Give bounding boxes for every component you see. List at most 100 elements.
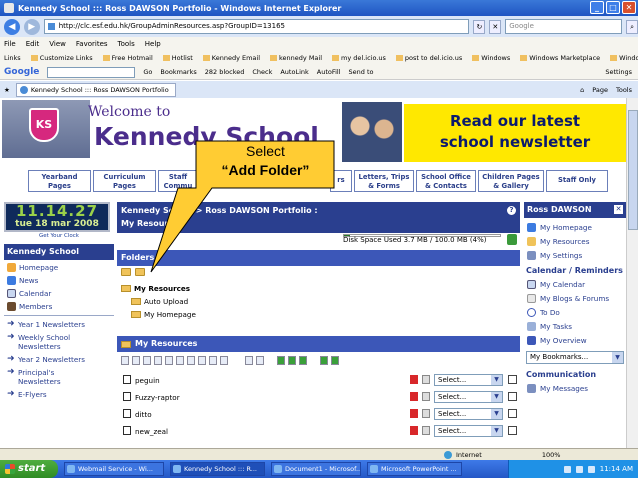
publish-icon[interactable]: [331, 356, 339, 365]
edit-icon[interactable]: [410, 375, 418, 384]
resource-name[interactable]: ditto: [135, 410, 152, 419]
share-icon[interactable]: [320, 356, 328, 365]
page-scrollbar[interactable]: [626, 98, 638, 448]
link-post-delicious[interactable]: post to del.icio.us: [396, 54, 462, 62]
google-settings[interactable]: Settings: [605, 68, 638, 76]
nav-staff-only[interactable]: Staff Only: [546, 170, 608, 192]
task-powerpoint[interactable]: Microsoft PowerPoint ...: [367, 462, 462, 476]
link-media[interactable]: Windows Media: [610, 54, 638, 62]
resource-name[interactable]: new_zeal: [135, 427, 168, 436]
duplicate-icon[interactable]: [422, 426, 430, 435]
duplicate-icon[interactable]: [422, 392, 430, 401]
sidebar-item-weekly-newsletters[interactable]: ➜ Weekly School Newsletters: [7, 333, 114, 352]
sidebar-item-my-calendar[interactable]: My Calendar: [527, 280, 626, 289]
sidebar-item-calendar[interactable]: Calendar: [7, 289, 114, 298]
sidebar-item-principals-newsletters[interactable]: ➜ Principal's Newsletters: [7, 368, 114, 387]
folder-my-homepage[interactable]: My Homepage: [121, 308, 196, 321]
search-input[interactable]: Google: [505, 19, 623, 34]
close-button[interactable]: ✕: [622, 1, 636, 14]
image-icon[interactable]: [143, 356, 151, 365]
new-document-icon[interactable]: [121, 356, 129, 365]
nav-curriculum[interactable]: Curriculum Pages: [93, 170, 156, 192]
menu-edit[interactable]: Edit: [26, 40, 40, 48]
delete-icon[interactable]: [256, 356, 264, 365]
scroll-thumb[interactable]: [628, 110, 638, 230]
favorites-star-icon[interactable]: ★: [4, 86, 10, 94]
task-kennedy-school[interactable]: Kennedy School ::: R...: [170, 462, 265, 476]
start-button[interactable]: start: [0, 460, 58, 478]
magnifier-icon[interactable]: [220, 356, 228, 365]
google-search-input[interactable]: [47, 66, 136, 78]
bookmarks-select[interactable]: My Bookmarks...: [526, 351, 624, 364]
resource-name[interactable]: peguin: [135, 376, 160, 385]
menu-tools[interactable]: Tools: [118, 40, 135, 48]
add-folder-icon[interactable]: [135, 268, 145, 276]
google-sendto[interactable]: Send to: [349, 68, 374, 76]
sidebar-item-homepage[interactable]: Homepage: [7, 263, 114, 272]
menu-help[interactable]: Help: [145, 40, 161, 48]
menu-favorites[interactable]: Favorites: [76, 40, 108, 48]
tray-icon[interactable]: [575, 465, 583, 473]
nav-staff-communications[interactable]: Staff Commu: [158, 170, 198, 192]
sidebar-item-to-do[interactable]: To Do: [527, 308, 626, 317]
sidebar-item-my-resources[interactable]: My Resources: [527, 237, 626, 246]
nav-yearband[interactable]: Yearband Pages: [28, 170, 91, 192]
action-select[interactable]: Select...: [434, 408, 503, 420]
breadcrumb-path[interactable]: Kennedy School > Ross DAWSON Portfolio :: [121, 204, 516, 217]
sidebar-item-blogs-forums[interactable]: My Blogs & Forums: [527, 294, 626, 303]
get-clock-link[interactable]: Get Your Clock: [4, 233, 114, 239]
trash-icon[interactable]: [507, 234, 517, 245]
row-checkbox[interactable]: [508, 375, 517, 384]
zoom-level[interactable]: 100%: [542, 451, 561, 459]
menu-file[interactable]: File: [4, 40, 16, 48]
export-icon[interactable]: [299, 356, 307, 365]
home-icon[interactable]: ⌂: [580, 86, 584, 94]
row-checkbox[interactable]: [508, 409, 517, 418]
tray-icon[interactable]: [563, 465, 571, 473]
tools-menu[interactable]: Tools: [616, 86, 632, 94]
google-blocked[interactable]: 282 blocked: [205, 68, 245, 76]
palette-icon[interactable]: [198, 356, 206, 365]
link-kennedy-email[interactable]: Kennedy Email: [203, 54, 260, 62]
google-autofill[interactable]: AutoFill: [317, 68, 341, 76]
resource-name[interactable]: Fuzzy-raptor: [135, 393, 180, 402]
row-checkbox[interactable]: [508, 426, 517, 435]
sidebar-item-news[interactable]: News: [7, 276, 114, 285]
help-icon[interactable]: ?: [507, 206, 516, 215]
link-icon[interactable]: [154, 356, 162, 365]
maximize-button[interactable]: □: [606, 1, 620, 14]
nav-letters-trips[interactable]: Letters, Trips & Forms: [354, 170, 414, 192]
link-kennedy-mail[interactable]: kennedy Mail: [270, 54, 322, 62]
copy-icon[interactable]: [288, 356, 296, 365]
sort-icon[interactable]: [245, 356, 253, 365]
edit-icon[interactable]: [410, 426, 418, 435]
edit-icon[interactable]: [410, 409, 418, 418]
sidebar-item-my-tasks[interactable]: My Tasks: [527, 322, 626, 331]
google-autolink[interactable]: AutoLink: [280, 68, 308, 76]
nav-children-pages[interactable]: Children Pages & Gallery: [478, 170, 544, 192]
link-customize[interactable]: Customize Links: [31, 54, 93, 62]
forward-arrow-icon[interactable]: ▶: [23, 18, 40, 35]
sidebar-item-year2-newsletters[interactable]: ➜ Year 2 Newsletters: [7, 355, 114, 365]
action-select[interactable]: Select...: [434, 391, 503, 403]
url-input[interactable]: http://clc.esf.edu.hk/GroupAdminResource…: [43, 19, 470, 34]
task-webmail[interactable]: Webmail Service - Wi...: [64, 462, 164, 476]
move-icon[interactable]: [277, 356, 285, 365]
google-check[interactable]: Check: [252, 68, 272, 76]
school-logo[interactable]: KS: [2, 100, 90, 158]
duplicate-icon[interactable]: [422, 375, 430, 384]
sidebar-item-my-messages[interactable]: My Messages: [527, 384, 626, 393]
sidebar-item-members[interactable]: Members: [7, 302, 114, 311]
action-select[interactable]: Select...: [434, 374, 503, 386]
chat-icon[interactable]: [187, 356, 195, 365]
link-hotmail[interactable]: Free Hotmail: [103, 54, 153, 62]
close-icon[interactable]: ✕: [614, 205, 623, 214]
sidebar-item-my-homepage[interactable]: My Homepage: [527, 223, 626, 232]
edit-icon[interactable]: [410, 392, 418, 401]
page-menu[interactable]: Page: [592, 86, 608, 94]
link-delicious[interactable]: my del.icio.us: [332, 54, 386, 62]
tab-kennedy-school[interactable]: Kennedy School ::: Ross DAWSON Portfolio: [15, 82, 176, 97]
folder-auto-upload[interactable]: Auto Upload: [121, 295, 196, 308]
row-checkbox[interactable]: [508, 392, 517, 401]
sidebar-item-my-settings[interactable]: My Settings: [527, 251, 626, 260]
